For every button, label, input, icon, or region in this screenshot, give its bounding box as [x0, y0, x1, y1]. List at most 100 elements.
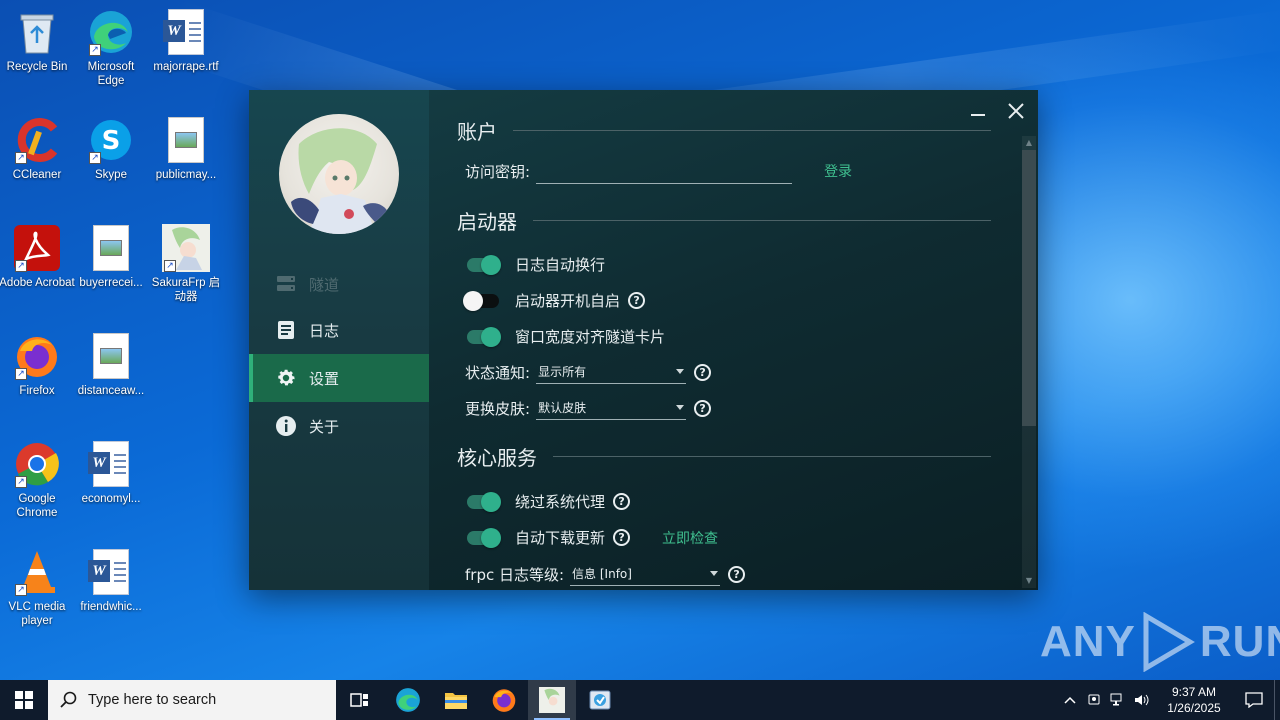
chrome-icon: ↗ — [13, 440, 61, 488]
help-icon[interactable]: ? — [613, 529, 631, 546]
task-view-button[interactable] — [336, 680, 384, 720]
desktop-icon-label: SakuraFrp 启动器 — [151, 277, 221, 303]
desktop-icon-label: friendwhic... — [80, 601, 142, 613]
align-width-toggle[interactable] — [467, 326, 501, 347]
nav-item-logs[interactable]: 日志 — [249, 306, 429, 354]
image-file-icon — [162, 116, 210, 164]
edge-icon — [396, 688, 420, 712]
taskbar-app-installer[interactable] — [576, 680, 624, 720]
notify-value: 显示所有 — [538, 365, 587, 379]
section-divider — [553, 456, 991, 457]
shortcut-arrow-icon: ↗ — [89, 44, 101, 56]
show-hidden-icons-chevron-up-icon[interactable] — [1058, 680, 1082, 720]
skin-row: 更换皮肤: 默认皮肤 ? — [465, 396, 712, 420]
access-key-input[interactable] — [536, 158, 793, 184]
volume-icon[interactable] — [1130, 680, 1154, 720]
check-update-link[interactable]: 立即检查 — [662, 528, 718, 548]
task-view-icon — [350, 693, 368, 707]
network-icon[interactable] — [1106, 680, 1130, 720]
server-icon — [275, 273, 297, 295]
close-button[interactable] — [1003, 100, 1029, 122]
desktop-icon-google-chrome[interactable]: ↗ Google Chrome — [1, 440, 73, 520]
desktop-icon-label: distanceaw... — [77, 385, 145, 397]
help-icon[interactable]: ? — [694, 399, 712, 417]
desktop-icon-adobe-acrobat[interactable]: ↗ Adobe Acrobat — [0, 224, 75, 290]
show-desktop-button[interactable] — [1274, 680, 1280, 720]
desktop-icon-skype[interactable]: S ↗ Skype — [75, 116, 147, 182]
notify-select[interactable]: 显示所有 — [536, 360, 687, 384]
desktop-icon-recycle-bin[interactable]: Recycle Bin — [1, 8, 73, 74]
installer-icon — [589, 690, 611, 710]
meeting-icon[interactable] — [1082, 680, 1106, 720]
nav-item-tunnels[interactable]: 隧道 — [249, 260, 429, 308]
bypass-proxy-toggle[interactable] — [467, 491, 501, 512]
desktop-icon-distanceaw[interactable]: distanceaw... — [75, 332, 147, 398]
skin-select[interactable]: 默认皮肤 — [536, 396, 687, 420]
firefox-icon — [492, 689, 516, 712]
login-link[interactable]: 登录 — [824, 161, 852, 181]
scroll-down-icon[interactable]: ▼ — [1024, 576, 1034, 586]
taskbar-firefox[interactable] — [480, 680, 528, 720]
image-file-icon — [87, 332, 135, 380]
desktop-icon-firefox[interactable]: ↗ Firefox — [1, 332, 73, 398]
section-title: 启动器 — [457, 210, 517, 234]
desktop-icon-publicmay[interactable]: publicmay... — [150, 116, 222, 182]
info-icon — [275, 415, 297, 437]
image-file-icon — [87, 224, 135, 272]
help-icon[interactable]: ? — [694, 363, 712, 381]
notify-label: 状态通知: — [465, 363, 531, 382]
scrollbar-thumb[interactable] — [1022, 150, 1036, 426]
help-icon[interactable]: ? — [613, 493, 631, 510]
watermark-text-left: ANY — [1040, 617, 1136, 666]
avatar-illustration — [291, 128, 389, 234]
word-document-icon: W — [162, 8, 210, 56]
vertical-scrollbar[interactable]: ▲ ▼ — [1022, 136, 1036, 588]
desktop-icon-buyerreceipt[interactable]: buyerrecei... — [75, 224, 147, 290]
log-level-select[interactable]: 信息 [Info] — [570, 562, 721, 586]
search-icon — [60, 691, 77, 708]
skin-label: 更换皮肤: — [465, 399, 531, 418]
desktop-icon-economyl[interactable]: W economyl... — [75, 440, 147, 506]
desktop-icon-label: CCleaner — [12, 169, 62, 181]
word-document-icon: W — [87, 548, 135, 596]
desktop-icon-friendwhic[interactable]: W friendwhic... — [75, 548, 147, 614]
desktop-icon-ccleaner[interactable]: ↗ CCleaner — [1, 116, 73, 182]
notify-row: 状态通知: 显示所有 ? — [465, 360, 712, 384]
taskbar: Type here to search 9:37 AM 1/26/2025 — [0, 680, 1280, 720]
log-level-label: frpc 日志等级: — [465, 565, 565, 584]
desktop-icon-label: VLC media player — [8, 601, 66, 627]
help-icon[interactable]: ? — [628, 292, 646, 309]
svg-text:S: S — [102, 126, 121, 156]
desktop-icon-vlc[interactable]: ↗ VLC media player — [1, 548, 73, 628]
desktop-icon-microsoft-edge[interactable]: ↗ Microsoft Edge — [75, 8, 147, 88]
taskbar-search-box[interactable]: Type here to search — [48, 680, 336, 720]
section-core-service: 核心服务 — [457, 442, 991, 471]
start-button[interactable] — [0, 680, 48, 720]
taskbar-sakurafrp[interactable] — [528, 680, 576, 720]
nav-item-settings[interactable]: 设置 — [249, 354, 429, 402]
scroll-up-icon[interactable]: ▲ — [1024, 138, 1034, 148]
chevron-down-icon — [676, 369, 685, 374]
vlc-cone-icon: ↗ — [13, 548, 61, 596]
windows-logo-icon — [15, 691, 33, 709]
nav-item-about[interactable]: 关于 — [249, 402, 429, 450]
log-wrap-toggle[interactable] — [467, 254, 501, 275]
skype-icon: S ↗ — [87, 116, 135, 164]
taskbar-edge[interactable] — [384, 680, 432, 720]
folder-icon — [445, 693, 467, 709]
help-icon[interactable]: ? — [728, 565, 746, 583]
notification-center-button[interactable] — [1234, 680, 1274, 720]
taskbar-file-explorer[interactable] — [432, 680, 480, 720]
access-key-label: 访问密钥: — [465, 162, 531, 181]
desktop-icon-sakurafrp[interactable]: ↗ SakuraFrp 启动器 — [150, 224, 222, 304]
section-account: 账户 — [457, 116, 991, 145]
desktop-icon-label: Recycle Bin — [6, 61, 68, 73]
clock-time: 9:37 AM — [1171, 685, 1217, 699]
autostart-toggle[interactable] — [463, 290, 499, 311]
desktop-icon-majorrape-rtf[interactable]: W majorrape.rtf — [150, 8, 222, 74]
nav-label: 关于 — [309, 417, 340, 436]
desktop-icon-label: Skype — [95, 169, 127, 181]
auto-update-toggle[interactable] — [467, 527, 501, 548]
taskbar-clock[interactable]: 9:37 AM 1/26/2025 — [1154, 684, 1234, 716]
gear-icon — [275, 367, 297, 389]
